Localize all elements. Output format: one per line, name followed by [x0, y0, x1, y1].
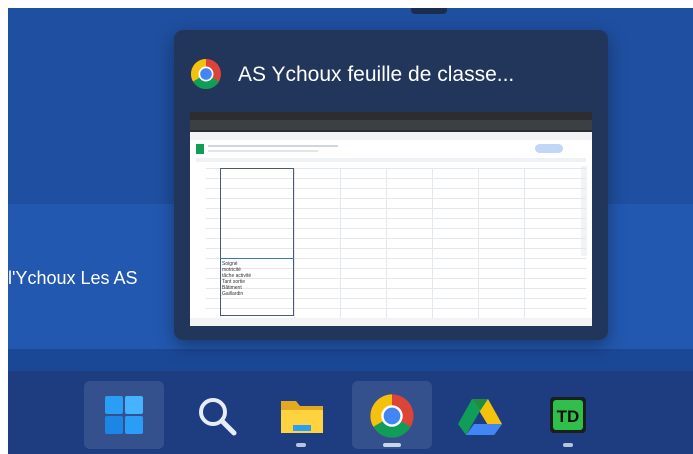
grid-line [432, 168, 433, 318]
preview-title: AS Ychoux feuille de classe... [238, 63, 515, 86]
thumbnail-bookmarks-bar [190, 132, 592, 140]
google-drive-icon [458, 399, 502, 435]
taskbar: TD [8, 371, 693, 454]
running-indicator [296, 443, 306, 447]
background-window-edge [8, 349, 693, 371]
desktop: l'Ychoux Les AS AS Ychoux feuille de cla… [8, 8, 693, 454]
windows-logo-icon [105, 396, 143, 434]
preview-thumbnail[interactable]: Soigné motricité tâche activité Tant sor… [190, 112, 592, 326]
file-explorer-button[interactable] [261, 381, 341, 449]
running-indicator [383, 443, 401, 447]
thumbnail-toolbar [196, 158, 586, 162]
background-window-title: l'Ychoux Les AS [8, 268, 138, 288]
thumbnail-doc-title [208, 145, 338, 147]
thumbnail-cell: Gaillardin [222, 291, 244, 297]
running-indicator [563, 443, 573, 447]
top-edge-notch [411, 8, 447, 14]
td-app-icon: TD [550, 397, 586, 433]
google-drive-button[interactable] [440, 381, 520, 449]
td-app-button[interactable]: TD [528, 381, 608, 449]
search-button[interactable] [176, 381, 256, 449]
thumbnail-side-panel [581, 166, 587, 256]
chrome-window-preview[interactable]: AS Ychoux feuille de classe... Soigné mo… [174, 30, 608, 340]
chrome-icon [370, 394, 414, 438]
grid-line [524, 168, 525, 318]
thumbnail-sheets-icon [196, 144, 204, 154]
chrome-icon [190, 58, 221, 90]
thumbnail-cell-text: Soigné motricité tâche activité Tant sor… [222, 261, 251, 297]
search-icon [199, 398, 237, 436]
grid-line [478, 168, 479, 318]
thumbnail-active-row [220, 258, 294, 259]
thumbnail-address-bar [190, 120, 592, 130]
start-button[interactable] [84, 381, 164, 449]
thumbnail-share-button [535, 144, 563, 153]
thumbnail-sheet-tabs [190, 318, 592, 326]
svg-text:TD: TD [557, 407, 580, 426]
chrome-button[interactable] [352, 381, 432, 449]
folder-icon [281, 401, 323, 433]
grid-line [340, 168, 341, 318]
thumbnail-menu [208, 150, 318, 152]
grid-line [294, 168, 295, 318]
grid-line [386, 168, 387, 318]
